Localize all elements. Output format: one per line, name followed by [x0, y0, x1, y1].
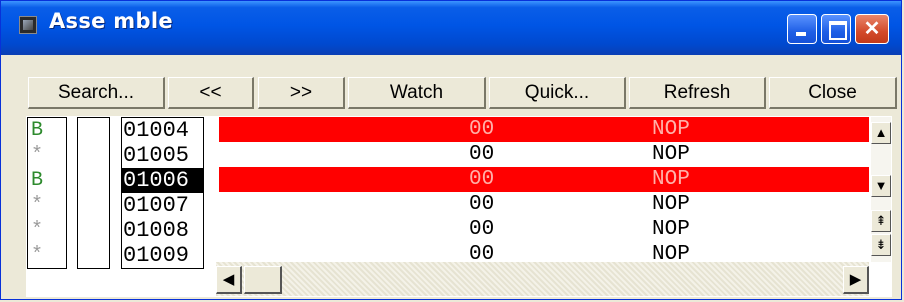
close-icon: ✕ [863, 18, 881, 40]
opcode-bytes: 00 [469, 118, 495, 141]
breakpoint-status-column[interactable]: B * B * * * [27, 117, 67, 269]
status-cell[interactable]: * [28, 243, 66, 268]
address-column[interactable]: 01004 01005 01006 01007 01008 01009 [121, 117, 204, 269]
code-row[interactable]: 00 NOP [219, 217, 869, 242]
scroll-right-button[interactable]: ▶ [843, 266, 869, 294]
app-window-icon [19, 16, 37, 34]
arrow-left-icon: ◀ [222, 271, 235, 288]
arrow-down-icon: ▼ [874, 178, 888, 193]
scroll-left-button[interactable]: ◀ [216, 266, 242, 294]
address-cell[interactable]: 01006 [122, 168, 203, 193]
close-window-button[interactable]: ✕ [855, 14, 889, 44]
double-arrow-down-icon: ⇟ [875, 237, 887, 252]
code-row[interactable]: 00 NOP [219, 142, 869, 167]
maximize-button[interactable] [821, 14, 851, 44]
mnemonic: NOP [652, 168, 690, 191]
arrow-up-icon: ▲ [874, 125, 888, 140]
arrow-right-icon: ▶ [849, 271, 862, 288]
opcode-bytes: 00 [469, 218, 495, 241]
refresh-button[interactable]: Refresh [629, 77, 766, 109]
status-cell[interactable]: B [28, 168, 66, 193]
mnemonic: NOP [652, 218, 690, 241]
mnemonic: NOP [652, 193, 690, 216]
status-cell[interactable]: * [28, 218, 66, 243]
opcode-bytes: 00 [469, 243, 495, 262]
address-cell[interactable]: 01004 [122, 118, 203, 143]
address-cell[interactable]: 01008 [122, 218, 203, 243]
mnemonic: NOP [652, 118, 690, 141]
assemble-window: Asse mble ✕ Search... << >> Watch Quick.… [0, 0, 902, 300]
code-row[interactable]: 00 NOP [219, 167, 869, 192]
toolbar: Search... << >> Watch Quick... Refresh C… [1, 77, 901, 111]
status-cell[interactable]: * [28, 193, 66, 218]
title-bar[interactable]: Asse mble ✕ [1, 1, 901, 55]
watch-button[interactable]: Watch [348, 77, 486, 109]
opcode-bytes: 00 [469, 193, 495, 216]
status-cell[interactable]: * [28, 143, 66, 168]
next-button[interactable]: >> [258, 77, 345, 109]
mnemonic: NOP [652, 143, 690, 166]
maximize-icon [822, 15, 850, 43]
minimize-icon [788, 15, 816, 43]
page-down-button[interactable]: ⇟ [871, 234, 891, 256]
scrollbar-thumb[interactable] [244, 266, 282, 294]
close-button[interactable]: Close [769, 77, 897, 109]
window-title: Asse mble [49, 9, 173, 33]
vertical-scrollbar[interactable]: ▲ ▼ ⇞ ⇟ [871, 117, 891, 262]
code-row[interactable]: 00 NOP [219, 192, 869, 217]
double-arrow-up-icon: ⇞ [875, 213, 887, 228]
horizontal-scrollbar[interactable]: ◀ ▶ [216, 262, 869, 296]
address-cell[interactable]: 01009 [122, 243, 203, 268]
code-listing[interactable]: 00 NOP 00 NOP 00 NOP 00 NOP 00 NOP 00 NOP [219, 117, 869, 262]
scroll-down-button[interactable]: ▼ [871, 175, 891, 197]
opcode-bytes: 00 [469, 143, 495, 166]
page-up-button[interactable]: ⇞ [871, 210, 891, 232]
scroll-up-button[interactable]: ▲ [871, 122, 891, 144]
address-cell[interactable]: 01007 [122, 193, 203, 218]
address-cell[interactable]: 01005 [122, 143, 203, 168]
code-row[interactable]: 00 NOP [219, 117, 869, 142]
quick-button[interactable]: Quick... [489, 77, 626, 109]
search-button[interactable]: Search... [28, 77, 165, 109]
code-row[interactable]: 00 NOP [219, 242, 869, 262]
disassembly-view: B * B * * * 01004 01005 01006 01007 0100… [26, 116, 892, 297]
status-cell[interactable]: B [28, 118, 66, 143]
previous-button[interactable]: << [168, 77, 254, 109]
marker-column[interactable] [77, 117, 110, 269]
minimize-button[interactable] [787, 14, 817, 44]
mnemonic: NOP [652, 243, 690, 262]
opcode-bytes: 00 [469, 168, 495, 191]
